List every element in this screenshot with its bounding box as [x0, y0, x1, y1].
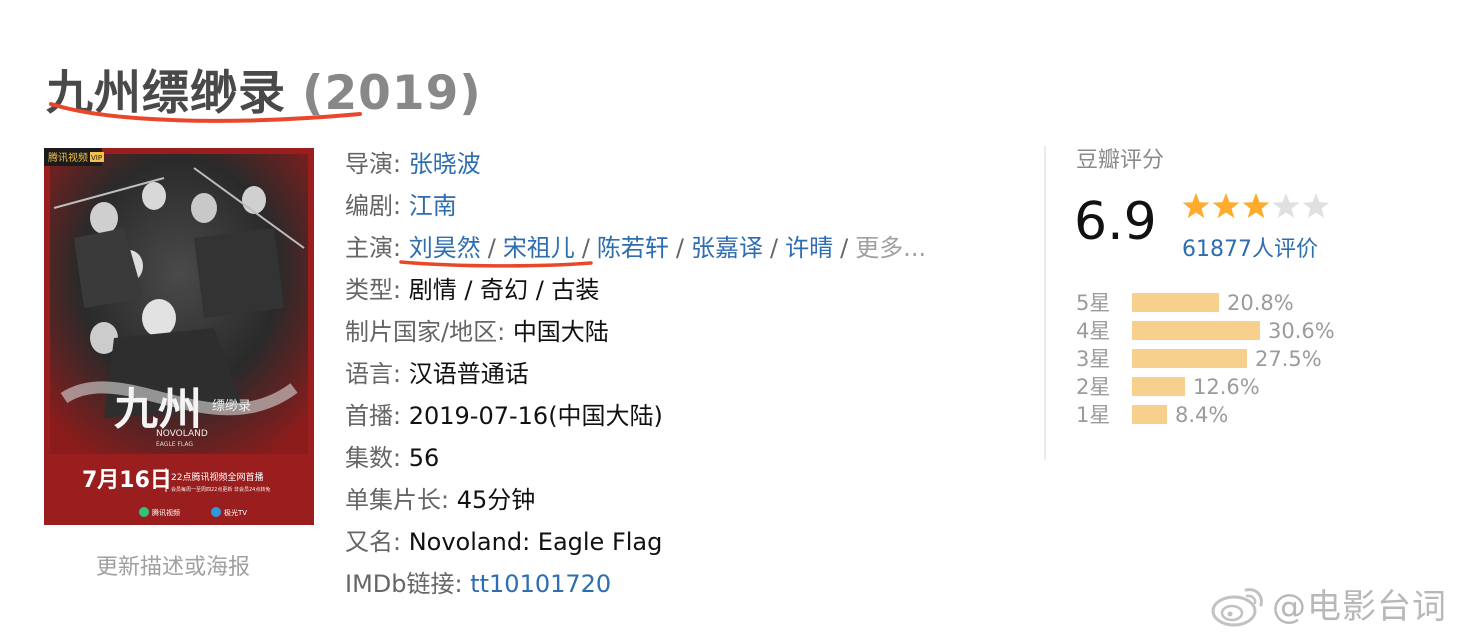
- cast-link[interactable]: 许晴: [785, 234, 833, 262]
- cast-label: 主演: [345, 234, 393, 262]
- runtime-label: 单集片长: [345, 486, 441, 514]
- director-label: 导演: [345, 150, 393, 178]
- update-poster-link[interactable]: 更新描述或海报: [96, 549, 250, 581]
- cast-red-underline: [399, 260, 593, 268]
- star-full-icon: [1212, 193, 1240, 218]
- runtime-value: 45分钟: [456, 486, 536, 514]
- writer-label: 编剧: [345, 192, 393, 220]
- poster-release-text: 22点腾讯视频全网首播: [171, 471, 263, 483]
- rating-dist-percent: 20.8%: [1227, 291, 1294, 315]
- country-value: 中国大陆: [512, 318, 609, 346]
- star-full-icon: [1242, 193, 1270, 218]
- rating-dist-bar: [1132, 377, 1185, 396]
- premiere-label: 首播: [345, 402, 393, 430]
- runtime-row: 单集片长: 45分钟: [345, 486, 536, 514]
- star-rating: [1182, 193, 1330, 218]
- episodes-label: 集数: [345, 444, 393, 472]
- poster-tag: 腾讯视频: [48, 151, 88, 164]
- poster-title-cn: 九州: [114, 384, 202, 435]
- star-icon: [1272, 193, 1300, 218]
- aka-label: 又名: [345, 528, 393, 556]
- episodes-row: 集数: 56: [345, 444, 440, 472]
- rating-dist-bar: [1132, 405, 1167, 424]
- weibo-icon: [1211, 588, 1263, 627]
- country-label: 制片国家/地区: [345, 318, 498, 346]
- rating-dist-bar: [1132, 349, 1247, 368]
- rating-dist-label: 4星: [1076, 319, 1111, 343]
- rating-dist-bar: [1132, 321, 1260, 340]
- star-full-icon: [1182, 193, 1210, 218]
- rating-dist-bar: [1132, 293, 1219, 312]
- writer-row: 编剧: 江南: [345, 192, 457, 220]
- rating-title: 豆瓣评分: [1076, 148, 1165, 173]
- imdb-link[interactable]: tt10101720: [470, 570, 611, 598]
- poster-logo-2: 极光TV: [224, 508, 247, 517]
- language-row: 语言: 汉语普通话: [345, 360, 529, 388]
- aka-value: Novoland: Eagle Flag: [408, 528, 663, 556]
- poster-image[interactable]: 腾讯视频 VIP 九州 缥缈录 NOVOLAND EAGLE FLAG 7月16…: [44, 148, 314, 525]
- genre-label: 类型: [345, 276, 393, 304]
- watermark-text: @电影台词: [1272, 587, 1447, 627]
- star-icon: [1302, 193, 1330, 218]
- genre-row: 类型: 剧情 / 奇幻 / 古装: [345, 276, 600, 304]
- genre-value: 剧情 / 奇幻 / 古装: [408, 276, 600, 304]
- director-link[interactable]: 张晓波: [409, 150, 481, 178]
- section-divider: [1044, 146, 1046, 460]
- episodes-value: 56: [408, 444, 440, 472]
- cast-link[interactable]: 陈若轩: [597, 234, 669, 262]
- rating-score: 6.9: [1074, 192, 1157, 252]
- votes-link[interactable]: 61877人评价: [1182, 231, 1318, 263]
- rating-distribution: 5星 20.8% 4星 30.6% 3星 27.5% 2星 12.6% 1星 8.4%: [1076, 289, 1335, 429]
- rating-dist-label: 5星: [1076, 291, 1111, 315]
- rating-dist-row: 1星 8.4%: [1076, 401, 1335, 429]
- rating-dist-label: 2星: [1076, 375, 1111, 399]
- rating-dist-percent: 27.5%: [1255, 347, 1322, 371]
- poster-logo-1: 腾讯视频: [152, 508, 180, 517]
- rating-dist-row: 4星 30.6%: [1076, 317, 1335, 345]
- rating-dist-row: 5星 20.8%: [1076, 289, 1335, 317]
- imdb-row: IMDb链接: tt10101720: [345, 570, 612, 598]
- language-label: 语言: [345, 360, 393, 388]
- aka-row: 又名: Novoland: Eagle Flag: [345, 528, 663, 556]
- rating-dist-percent: 30.6%: [1268, 319, 1335, 343]
- imdb-label: IMDb链接: [345, 570, 455, 598]
- title-red-underline: [49, 102, 362, 123]
- poster-title-small: 缥缈录: [212, 399, 251, 414]
- poster-release-sub: 会员每周一至周四22点更新 非会员24点转免: [171, 486, 270, 493]
- poster-subtitle-en: EAGLE FLAG: [156, 441, 193, 448]
- director-row: 导演: 张晓波: [345, 150, 481, 178]
- premiere-value: 2019-07-16(中国大陆): [408, 402, 663, 430]
- cast-more-link[interactable]: 更多...: [855, 234, 926, 262]
- poster-release-date: 7月16日: [82, 468, 172, 493]
- language-value: 汉语普通话: [408, 360, 529, 388]
- rating-dist-row: 2星 12.6%: [1076, 373, 1335, 401]
- poster-vip: VIP: [91, 154, 102, 162]
- rating-dist-percent: 8.4%: [1175, 403, 1229, 427]
- rating-dist-percent: 12.6%: [1193, 375, 1260, 399]
- rating-dist-label: 1星: [1076, 403, 1111, 427]
- premiere-row: 首播: 2019-07-16(中国大陆): [345, 402, 663, 430]
- rating-dist-row: 3星 27.5%: [1076, 345, 1335, 373]
- writer-link[interactable]: 江南: [409, 192, 457, 220]
- cast-link[interactable]: 张嘉译: [691, 234, 763, 262]
- poster-title-en: NOVOLAND: [156, 429, 208, 439]
- info-panel: 导演: 张晓波 编剧: 江南 主演: 刘昊然 / 宋祖儿 / 陈若轩 / 张嘉译 / 许晴 / 更多…: [345, 143, 1005, 605]
- rating-dist-label: 3星: [1076, 347, 1111, 371]
- country-row: 制片国家/地区: 中国大陆: [345, 318, 609, 346]
